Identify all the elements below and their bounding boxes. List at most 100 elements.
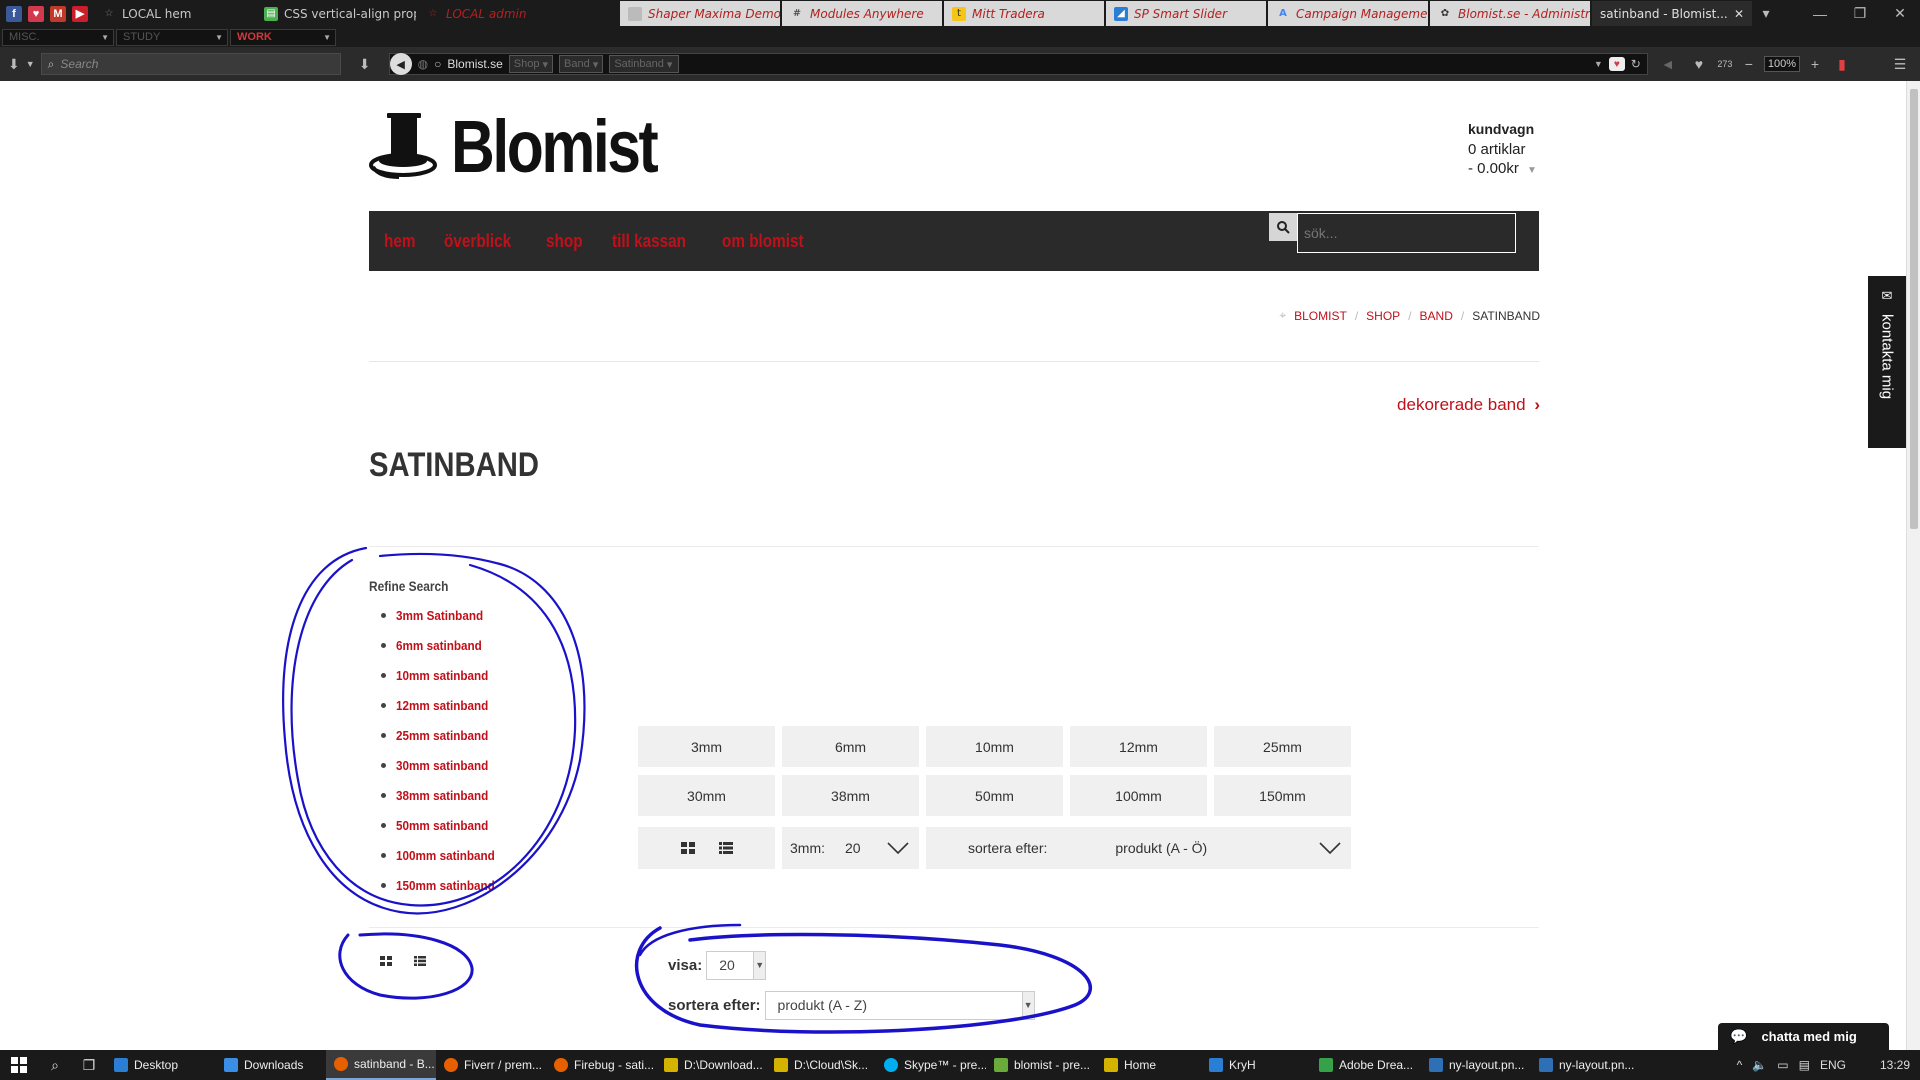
volume-icon[interactable]: 🔈: [1752, 1058, 1767, 1072]
refine-item[interactable]: 3mm Satinband: [369, 600, 506, 630]
task-kryh[interactable]: KryH: [1201, 1050, 1311, 1080]
size-button[interactable]: 3mm: [638, 726, 775, 767]
menu-item-hem[interactable]: hem: [384, 231, 415, 252]
refine-item[interactable]: 150mm satinband: [369, 870, 506, 900]
chevron-up-icon[interactable]: ^: [1737, 1058, 1743, 1072]
old-sort-select[interactable]: produkt (A - Z) ▼: [764, 990, 1035, 1020]
search-button[interactable]: [1269, 213, 1297, 241]
tab-css-vertical-align[interactable]: ▤ CSS vertical-align prop...: [256, 1, 416, 26]
refine-item[interactable]: 30mm satinband: [369, 750, 506, 780]
zoom-in-icon[interactable]: +: [1806, 56, 1824, 72]
close-icon[interactable]: ✕: [1734, 7, 1744, 21]
task-dreamweaver[interactable]: Adobe Drea...: [1311, 1050, 1421, 1080]
refine-item[interactable]: 100mm satinband: [369, 840, 506, 870]
refine-item[interactable]: 25mm satinband: [369, 720, 506, 750]
task-home[interactable]: Home: [1096, 1050, 1201, 1080]
size-button[interactable]: 12mm: [1070, 726, 1207, 767]
menu-item-shop[interactable]: shop: [546, 231, 583, 252]
url-crumb-shop[interactable]: Shop ▾: [508, 55, 554, 73]
task-downloads[interactable]: Downloads: [216, 1050, 326, 1080]
refine-item[interactable]: 12mm satinband: [369, 690, 506, 720]
start-button[interactable]: [0, 1057, 38, 1073]
size-button[interactable]: 50mm: [926, 775, 1063, 816]
breadcrumb-blomist[interactable]: BLOMIST: [1294, 309, 1347, 323]
reload-icon[interactable]: ↻: [1631, 57, 1641, 71]
grid-view-icon[interactable]: [380, 956, 392, 966]
clock[interactable]: 13:29: [1880, 1058, 1910, 1072]
download-icon[interactable]: ⬇: [8, 56, 20, 73]
task-firebug[interactable]: Firebug - sati...: [546, 1050, 656, 1080]
zoom-out-icon[interactable]: −: [1740, 56, 1758, 72]
gmail-icon[interactable]: M: [50, 5, 66, 22]
refine-item[interactable]: 10mm satinband: [369, 660, 506, 690]
size-button[interactable]: 100mm: [1070, 775, 1207, 816]
page-scrollbar[interactable]: [1906, 81, 1920, 1050]
url-bar[interactable]: ◀ ◍ ○ Blomist.se Shop ▾ Band ▾ Satinband…: [388, 53, 1648, 75]
chevron-down-icon[interactable]: ▼: [1527, 165, 1537, 176]
speech-icon[interactable]: ◄: [1654, 56, 1682, 72]
group-misc[interactable]: MISC. ▼: [2, 28, 114, 46]
contact-tab[interactable]: ✉ kontakta mig: [1868, 276, 1906, 448]
tab-campaign-management[interactable]: A Campaign Manageme...: [1268, 1, 1428, 26]
next-category-link[interactable]: dekorerade band ›: [1360, 395, 1540, 415]
tab-modules-anywhere[interactable]: # Modules Anywhere: [782, 1, 942, 26]
minimize-icon[interactable]: —: [1800, 0, 1840, 27]
restore-icon[interactable]: ❐: [1840, 0, 1880, 27]
breadcrumb-shop[interactable]: SHOP: [1366, 309, 1400, 323]
pocket-toolbar-icon[interactable]: ♥: [1688, 56, 1710, 72]
sort-select[interactable]: sortera efter: produkt (A - Ö): [926, 827, 1351, 869]
refine-item[interactable]: 6mm satinband: [369, 630, 506, 660]
tab-local-admin[interactable]: ☆ LOCAL admin: [418, 1, 578, 26]
breadcrumb-band[interactable]: BAND: [1420, 309, 1453, 323]
size-button[interactable]: 150mm: [1214, 775, 1351, 816]
tab-mitt-tradera[interactable]: t Mitt Tradera: [944, 1, 1104, 26]
group-work[interactable]: WORK ▼: [230, 28, 336, 46]
pocket-icon[interactable]: ♥: [28, 5, 44, 22]
tab-blomist-admin[interactable]: ✿ Blomist.se - Administra...: [1430, 1, 1590, 26]
search-icon[interactable]: ⌕: [38, 1057, 72, 1074]
menu-item-till-kassan[interactable]: till kassan: [612, 231, 686, 252]
scrollbar-thumb[interactable]: [1910, 89, 1918, 529]
search-input[interactable]: ⌕ Search: [40, 53, 341, 75]
facebook-icon[interactable]: f: [6, 5, 22, 22]
list-view-icon[interactable]: [414, 956, 426, 966]
task-skype[interactable]: Skype™ - pre...: [876, 1050, 986, 1080]
tab-satinband-active[interactable]: satinband - Blomist... ✕: [1592, 1, 1752, 26]
notification-icon[interactable]: ▤: [1799, 1058, 1810, 1072]
downloads-icon[interactable]: ⬇: [347, 56, 383, 73]
url-crumb-satinband[interactable]: Satinband ▾: [609, 55, 680, 73]
per-page-select[interactable]: 3mm: 20: [782, 827, 919, 869]
menu-item-om-blomist[interactable]: om blomist: [722, 231, 804, 252]
grid-view-icon[interactable]: [680, 842, 695, 854]
task-image-viewer[interactable]: ny-layout.pn...: [1531, 1050, 1641, 1080]
chevron-down-icon[interactable]: ▼: [26, 59, 35, 69]
size-button[interactable]: 38mm: [782, 775, 919, 816]
menu-icon[interactable]: ☰: [1880, 56, 1920, 73]
chat-tab[interactable]: 💬 chatta med mig: [1718, 1023, 1889, 1050]
tab-local-hem[interactable]: ☆ LOCAL hem: [94, 1, 254, 26]
tab-shaper-maxima[interactable]: Shaper Maxima Demo ...: [620, 1, 780, 26]
language-indicator[interactable]: ENG: [1820, 1058, 1846, 1072]
chevron-down-icon[interactable]: ▼: [1594, 59, 1603, 69]
refine-item[interactable]: 38mm satinband: [369, 780, 506, 810]
task-view-icon[interactable]: ❐: [72, 1057, 106, 1074]
refine-item[interactable]: 50mm satinband: [369, 810, 506, 840]
group-study[interactable]: STUDY ▼: [116, 28, 228, 46]
network-icon[interactable]: ▭: [1777, 1058, 1788, 1072]
task-photoshop[interactable]: ny-layout.pn...: [1421, 1050, 1531, 1080]
task-blomist[interactable]: blomist - pre...: [986, 1050, 1096, 1080]
task-explorer-downloads[interactable]: D:\Download...: [656, 1050, 766, 1080]
cart-widget[interactable]: kundvagn 0 artiklar - 0.00kr ▼: [1468, 121, 1542, 177]
size-button[interactable]: 10mm: [926, 726, 1063, 767]
size-button[interactable]: 6mm: [782, 726, 919, 767]
close-window-icon[interactable]: ✕: [1880, 0, 1920, 27]
zoom-level[interactable]: 100%: [1763, 56, 1800, 72]
task-explorer-cloud[interactable]: D:\Cloud\Sk...: [766, 1050, 876, 1080]
show-select[interactable]: 20 ▼: [706, 950, 767, 980]
task-firefox-satinband[interactable]: satinband - B...: [326, 1050, 436, 1080]
list-view-icon[interactable]: [718, 842, 733, 854]
task-desktop[interactable]: Desktop: [106, 1050, 216, 1080]
youtube-icon[interactable]: ▶: [72, 5, 88, 22]
size-button[interactable]: 25mm: [1214, 726, 1351, 767]
menu-item-overblick[interactable]: överblick: [444, 231, 511, 252]
